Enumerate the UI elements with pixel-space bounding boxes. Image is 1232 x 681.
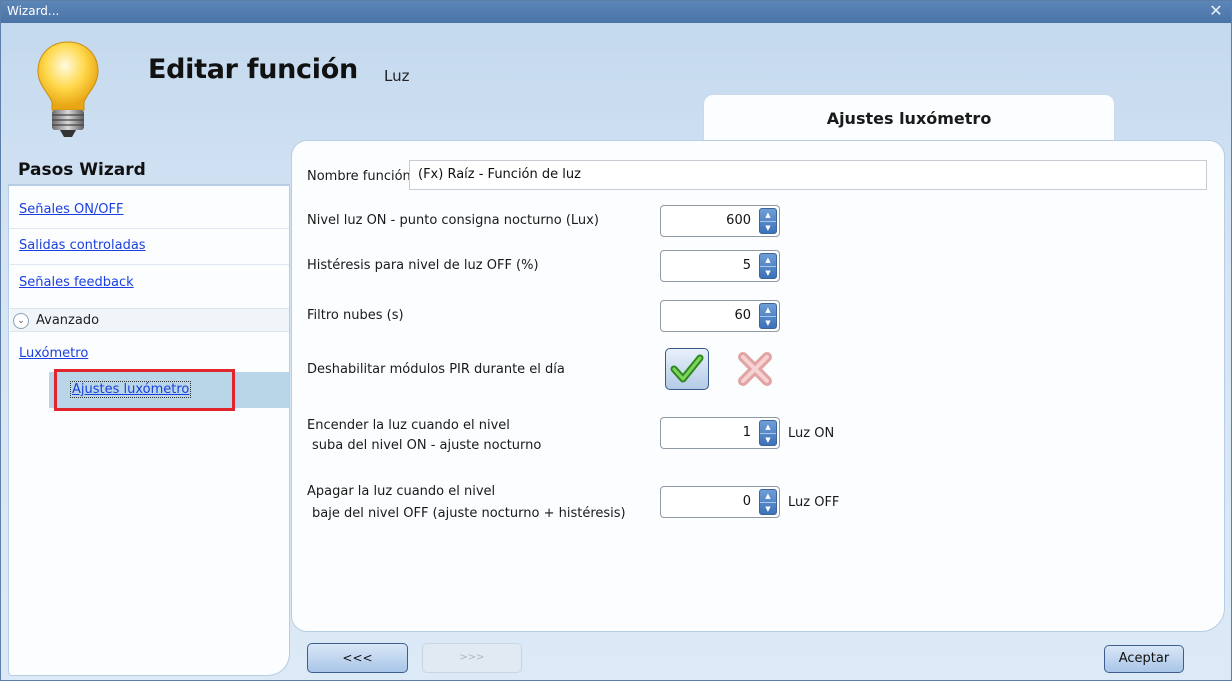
turn-off-label-line2: baje del nivel OFF (ajuste nocturno + hi… — [312, 506, 626, 521]
hysteresis-label: Histéresis para nivel de luz OFF (%) — [307, 258, 539, 273]
function-type-label: Luz — [384, 67, 410, 85]
hysteresis-value: 5 — [742, 258, 751, 273]
confirm-check-button[interactable] — [665, 348, 709, 390]
name-label: Nombre función: — [307, 169, 416, 184]
turn-off-unit: Luz OFF — [788, 495, 840, 510]
spin-down-icon[interactable]: ▼ — [760, 221, 776, 233]
turn-on-label-line2: suba del nivel ON - ajuste nocturno — [312, 438, 542, 453]
reject-x-button[interactable] — [733, 348, 777, 390]
back-button[interactable]: <<< — [307, 643, 408, 673]
spinner-buttons: ▲ ▼ — [759, 303, 777, 329]
spinner-buttons: ▲ ▼ — [759, 489, 777, 515]
on-level-label: Nivel luz ON - punto consigna nocturno (… — [307, 213, 599, 228]
turn-on-spinner[interactable]: 1 ▲ ▼ — [660, 417, 780, 449]
advanced-label: Avanzado — [36, 313, 100, 328]
on-level-value: 600 — [726, 213, 751, 228]
step-luxometro[interactable]: Luxómetro — [19, 346, 88, 361]
close-icon[interactable]: ✕ — [1207, 2, 1225, 20]
step-senales-feedback[interactable]: Señales feedback — [19, 275, 134, 290]
divider — [10, 264, 289, 265]
tab-ajustes-luxometro[interactable]: Ajustes luxómetro — [703, 94, 1115, 140]
x-mark-icon — [738, 352, 772, 386]
spin-down-icon[interactable]: ▼ — [760, 502, 776, 514]
spin-up-icon[interactable]: ▲ — [760, 421, 776, 433]
hysteresis-spinner[interactable]: 5 ▲ ▼ — [660, 250, 780, 282]
cloud-filter-value: 60 — [734, 308, 751, 323]
turn-off-label-line1: Apagar la luz cuando el nivel — [307, 484, 496, 499]
lightbulb-icon — [37, 41, 99, 137]
forward-button[interactable]: >>> — [422, 643, 522, 673]
on-level-spinner[interactable]: 600 ▲ ▼ — [660, 205, 780, 237]
turn-off-value: 0 — [742, 494, 751, 509]
window-title: Wizard... — [7, 4, 60, 18]
spin-down-icon[interactable]: ▼ — [760, 316, 776, 328]
divider — [10, 228, 289, 229]
function-name-input[interactable]: (Fx) Raíz - Función de luz — [409, 160, 1207, 190]
spin-up-icon[interactable]: ▲ — [760, 304, 776, 316]
spin-up-icon[interactable]: ▲ — [760, 254, 776, 266]
disable-pir-label: Deshabilitar módulos PIR durante el día — [307, 362, 565, 377]
spin-down-icon[interactable]: ▼ — [760, 433, 776, 445]
cloud-filter-label: Filtro nubes (s) — [307, 308, 404, 323]
title-bar: Wizard... ✕ — [1, 1, 1231, 23]
page-title: Editar función — [148, 54, 358, 85]
step-ajustes-luxometro[interactable]: Ajustes luxómetro — [70, 381, 192, 398]
step-senales-on-off[interactable]: Señales ON/OFF — [19, 202, 124, 217]
spin-up-icon[interactable]: ▲ — [760, 209, 776, 221]
chevron-down-circle-icon[interactable]: ⌄ — [13, 313, 29, 329]
advanced-section[interactable]: ⌄ Avanzado — [10, 308, 289, 332]
steps-title: Pasos Wizard — [18, 160, 146, 180]
spinner-buttons: ▲ ▼ — [759, 420, 777, 446]
checkmark-icon — [670, 354, 704, 383]
steps-panel: Señales ON/OFF Salidas controladas Señal… — [8, 184, 290, 676]
accept-button[interactable]: Aceptar — [1104, 645, 1184, 673]
turn-on-unit: Luz ON — [788, 426, 835, 441]
spin-up-icon[interactable]: ▲ — [760, 490, 776, 502]
spin-down-icon[interactable]: ▼ — [760, 266, 776, 278]
turn-off-spinner[interactable]: 0 ▲ ▼ — [660, 486, 780, 518]
cloud-filter-spinner[interactable]: 60 ▲ ▼ — [660, 300, 780, 332]
step-salidas-controladas[interactable]: Salidas controladas — [19, 238, 146, 253]
turn-on-value: 1 — [742, 425, 751, 440]
spinner-buttons: ▲ ▼ — [759, 253, 777, 279]
spinner-buttons: ▲ ▼ — [759, 208, 777, 234]
turn-on-label-line1: Encender la luz cuando el nivel — [307, 418, 510, 433]
